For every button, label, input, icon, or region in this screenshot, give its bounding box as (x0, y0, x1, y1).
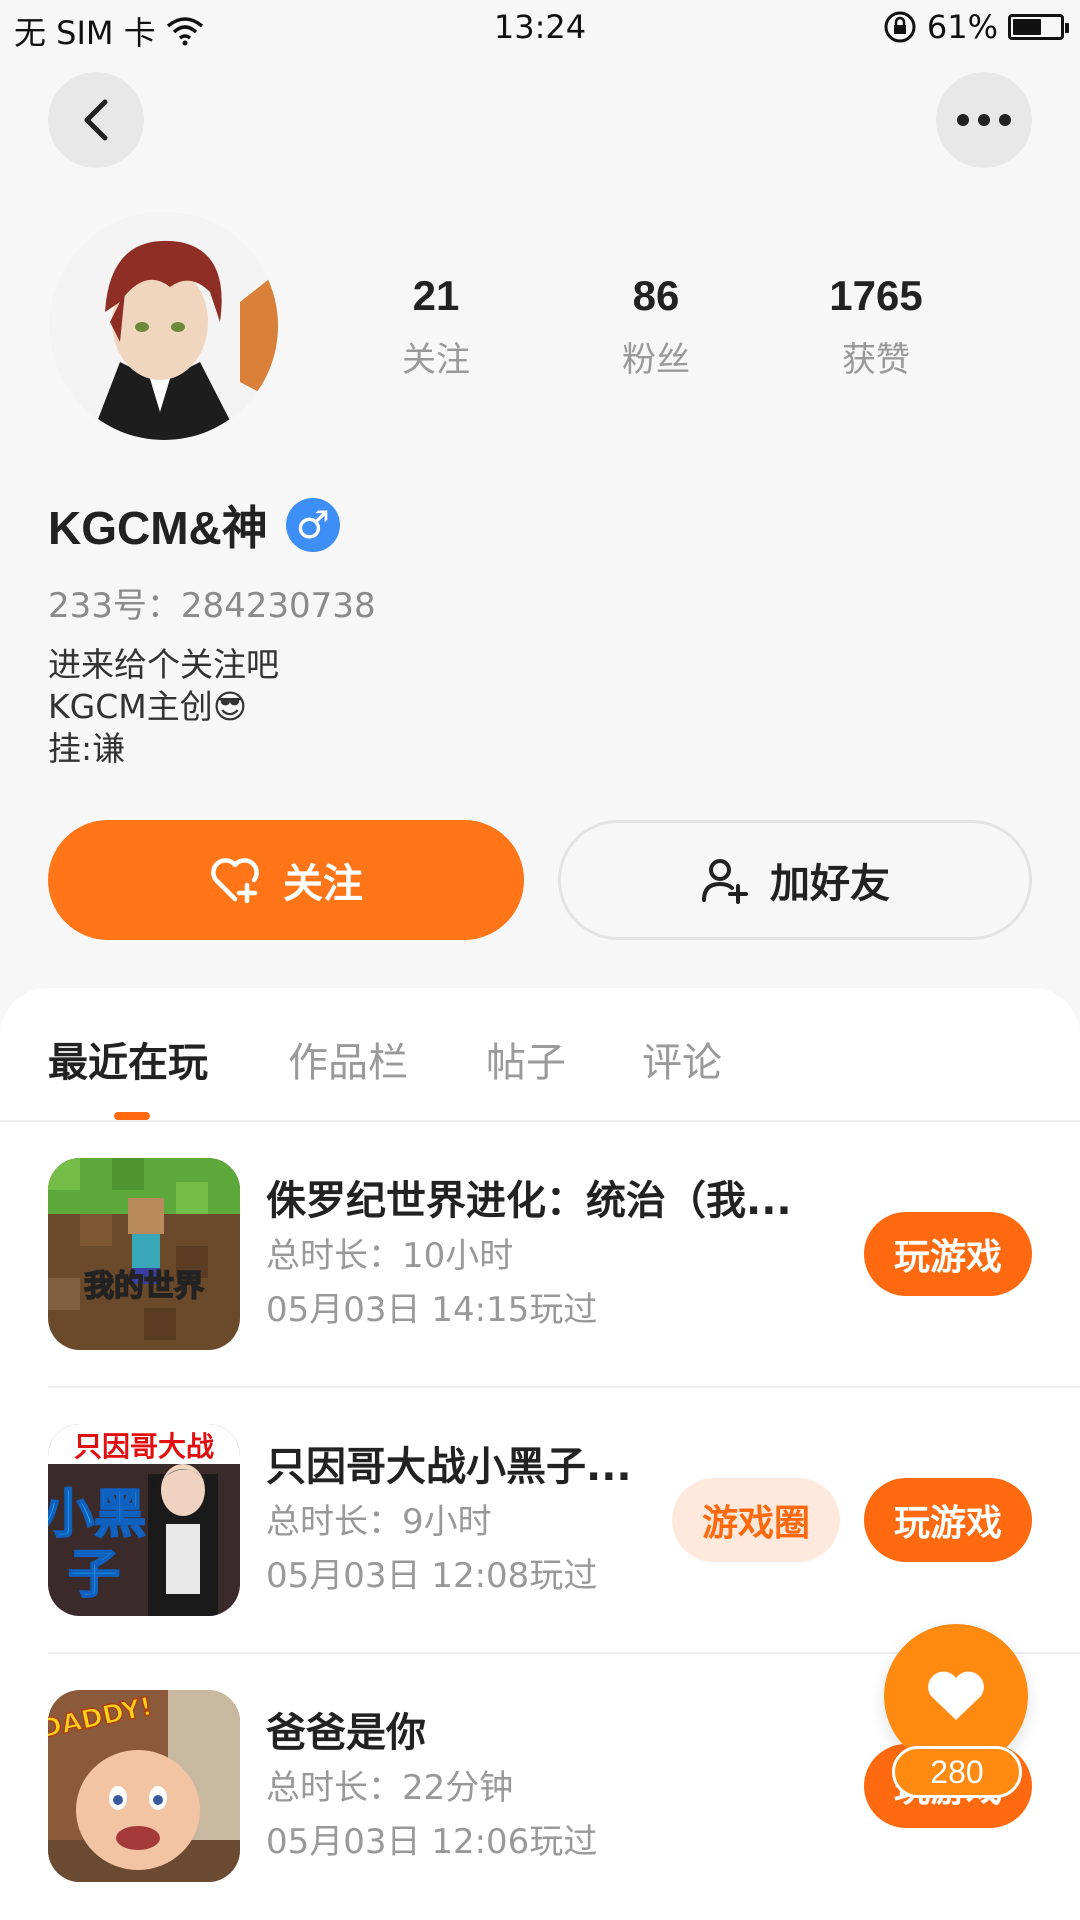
bio-line: 挂:谦 (48, 729, 126, 768)
tab-bar: 最近在玩 作品栏 帖子 评论 (0, 988, 1080, 1122)
game-title: 侏罗纪世界进化：统治（我... (266, 1178, 792, 1224)
game-last-played: 05月03日 14:15玩过 (266, 1290, 598, 1330)
battery-percent: 61% (926, 8, 998, 46)
game-row[interactable]: 只因哥大战 小黑 子 只因哥大战小黑子... 总时长：9小时 05月03日 12… (48, 1388, 1080, 1654)
game-title: 爸爸是你 (266, 1710, 426, 1756)
gender-symbol: ♂ (295, 503, 330, 547)
stat-label: 关注 (402, 340, 470, 380)
follow-label: 关注 (283, 861, 363, 907)
stat-label: 粉丝 (622, 340, 690, 380)
game-duration: 总时长：10小时 (266, 1236, 514, 1276)
game-icon-text: 只因哥大战 (74, 1430, 214, 1463)
back-button[interactable] (48, 72, 144, 168)
game-icon[interactable]: DADDY! (48, 1690, 240, 1882)
more-button[interactable] (936, 72, 1032, 168)
stat-value: 1765 (829, 272, 923, 319)
profile-stats: 21 关注 86 粉丝 1765 获赞 (326, 272, 986, 381)
stat-label: 获赞 (842, 340, 910, 380)
tab-comments[interactable]: 评论 (642, 1030, 722, 1088)
status-right: 61% (883, 8, 1069, 46)
game-row[interactable]: 我的世界 侏罗纪世界进化：统治（我... 总时长：10小时 05月03日 14:… (48, 1122, 1080, 1388)
battery-fill (1013, 19, 1042, 35)
avatar[interactable] (50, 212, 278, 440)
tab-posts[interactable]: 帖子 (486, 1030, 566, 1088)
add-friend-label: 加好友 (770, 861, 890, 907)
game-icon-text: 我的世界 (84, 1269, 204, 1304)
play-game-button[interactable]: 玩游戏 (864, 1212, 1032, 1296)
game-last-played: 05月03日 12:08玩过 (266, 1556, 598, 1596)
battery-icon (1008, 14, 1069, 40)
like-count-badge: 280 (892, 1746, 1022, 1798)
play-game-button[interactable]: 玩游戏 (864, 1478, 1032, 1562)
game-icon[interactable]: 只因哥大战 小黑 子 (48, 1424, 240, 1616)
user-id: 233号：284230738 (48, 586, 376, 626)
username: KGCM&神 (48, 502, 268, 554)
tab-recently-played[interactable]: 最近在玩 (48, 1030, 208, 1088)
game-circle-button[interactable]: 游戏圈 (672, 1478, 840, 1562)
game-last-played: 05月03日 12:06玩过 (266, 1822, 598, 1862)
username-row: KGCM&神 ♂ (48, 492, 340, 558)
stat-likes[interactable]: 1765 获赞 (766, 272, 986, 381)
stat-fans[interactable]: 86 粉丝 (546, 272, 766, 381)
bio-line: 进来给个关注吧 (48, 645, 279, 684)
follow-button[interactable]: 关注 (48, 820, 524, 940)
stat-following[interactable]: 21 关注 (326, 272, 546, 381)
bio: 进来给个关注吧 KGCM主创😎 挂:谦 (48, 644, 279, 770)
tab-indicator (114, 1112, 150, 1120)
bio-line: KGCM主创😎 (48, 687, 248, 726)
chevron-left-icon (84, 99, 108, 141)
add-friend-button[interactable]: 加好友 (558, 820, 1032, 940)
male-gender-icon: ♂ (285, 498, 340, 552)
game-icon[interactable]: 我的世界 (48, 1158, 240, 1350)
add-user-icon (702, 859, 748, 904)
rotation-lock-icon (884, 11, 916, 43)
stat-value: 86 (632, 272, 680, 319)
game-duration: 总时长：22分钟 (266, 1768, 514, 1808)
game-icon-big-text: 小黑 (48, 1485, 146, 1545)
heart-icon (928, 1671, 984, 1720)
more-dots-icon (957, 114, 1011, 126)
game-title: 只因哥大战小黑子... (266, 1444, 632, 1490)
tab-works[interactable]: 作品栏 (288, 1030, 408, 1088)
game-icon-big-text: 子 (68, 1545, 120, 1605)
status-bar: 无 SIM 卡 13:24 61% (0, 0, 1080, 56)
stat-value: 21 (412, 272, 460, 319)
game-duration: 总时长：9小时 (266, 1502, 492, 1542)
heart-plus-icon (211, 858, 259, 903)
avatar-image (50, 212, 278, 440)
